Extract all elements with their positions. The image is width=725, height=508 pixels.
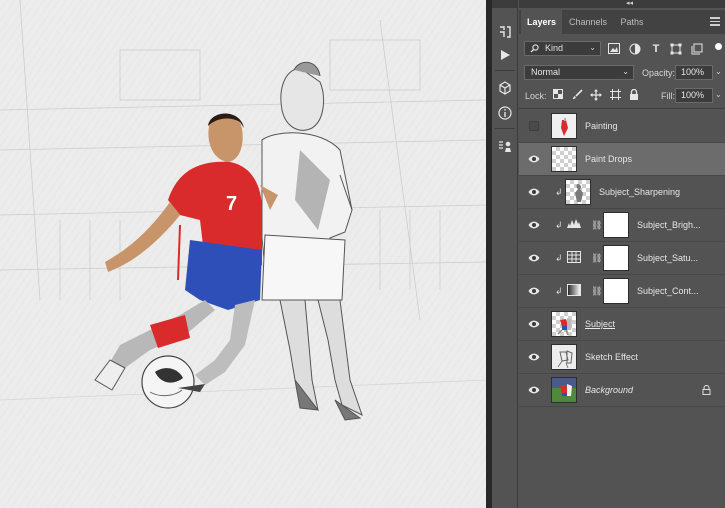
panel-tab-bar: Layers Channels Paths (519, 10, 725, 34)
layer-name: Subject_Sharpening (599, 187, 681, 197)
layer-name: Subject_Cont... (637, 286, 699, 296)
layer-name: Subject (585, 319, 616, 329)
play-action-icon[interactable] (495, 45, 515, 65)
tool-separator (495, 70, 515, 71)
lock-artboard-icon[interactable] (609, 89, 621, 101)
layer-name: Sketch Effect (585, 352, 638, 362)
layer-thumbnail (551, 344, 577, 370)
layer-thumbnail (551, 377, 577, 403)
clone-source-icon[interactable] (495, 137, 515, 157)
layer-row-subject-contrast[interactable]: ↲ ⛓ Subject_Cont... (519, 275, 725, 308)
tools-topbar (492, 0, 517, 8)
lock-label: Lock: (525, 91, 547, 101)
chevron-down-icon: ⌄ (622, 67, 629, 76)
3d-cube-icon[interactable] (495, 78, 515, 98)
lock-position-icon[interactable] (590, 89, 602, 101)
document-canvas[interactable]: 7 (0, 0, 486, 508)
layer-filter-select[interactable]: Kind ⌄ (524, 41, 601, 56)
history-icon[interactable] (495, 22, 515, 42)
filter-kind-label: Kind (545, 43, 564, 53)
eye-icon[interactable] (528, 253, 540, 263)
clipping-arrow-icon: ↲ (555, 286, 563, 296)
canvas-artwork: 7 (0, 0, 486, 508)
layer-thumbnail (551, 113, 577, 139)
layer-row-subject[interactable]: Subject (519, 308, 725, 341)
eye-icon[interactable] (528, 385, 540, 395)
hue-sat-icon (567, 251, 581, 265)
panel-menu-icon[interactable] (710, 17, 720, 26)
search-icon (530, 44, 539, 55)
layer-row-painting[interactable]: Painting (519, 110, 725, 143)
filter-shape-icon[interactable] (670, 43, 682, 55)
filter-toggle[interactable] (715, 43, 722, 50)
layers-panel: ◂◂ Layers Channels Paths Kind ⌄ T Normal… (519, 0, 725, 508)
layer-mask-thumbnail[interactable] (603, 212, 629, 238)
eye-icon[interactable] (528, 352, 540, 362)
layer-row-sketch-effect[interactable]: Sketch Effect (519, 341, 725, 374)
layer-row-subject-saturation[interactable]: ↲ ⛓ Subject_Satu... (519, 242, 725, 275)
mask-link-icon[interactable]: ⛓ (591, 253, 602, 264)
eye-icon[interactable] (528, 154, 540, 164)
lock-transparent-icon[interactable] (552, 89, 564, 101)
opacity-label: Opacity: (642, 68, 676, 78)
layer-row-background[interactable]: Background (519, 374, 725, 407)
eye-icon[interactable] (528, 286, 540, 296)
chevron-down-icon: ⌄ (589, 43, 596, 52)
layer-thumbnail (551, 311, 577, 337)
layer-name: Subject_Brigh... (637, 220, 701, 230)
filter-type-icon[interactable]: T (650, 43, 662, 55)
mask-link-icon[interactable]: ⛓ (591, 286, 602, 297)
levels-icon (567, 218, 581, 232)
eye-icon[interactable] (528, 319, 540, 329)
blend-mode-select[interactable]: Normal ⌄ (524, 65, 634, 80)
fill-value: 100% (681, 90, 705, 100)
fill-dropdown-icon[interactable]: ⌄ (715, 90, 722, 99)
eye-icon[interactable] (528, 187, 540, 197)
layer-thumbnail (551, 146, 577, 172)
opacity-value: 100% (681, 67, 705, 77)
collapse-panel-icon[interactable]: ◂◂ (626, 0, 633, 7)
mask-link-icon[interactable]: ⛓ (591, 220, 602, 231)
clipping-arrow-icon: ↲ (555, 187, 563, 197)
panel-topbar: ◂◂ (519, 0, 725, 8)
opacity-dropdown-icon[interactable]: ⌄ (715, 67, 722, 76)
lock-all-icon[interactable] (628, 88, 640, 101)
panel-divider-line (519, 108, 725, 109)
clipping-arrow-icon: ↲ (555, 253, 563, 263)
lock-icon[interactable] (702, 385, 711, 395)
filter-adjustment-icon[interactable] (629, 43, 641, 55)
layer-thumbnail (565, 179, 591, 205)
filter-pixel-icon[interactable] (608, 43, 620, 55)
blend-mode-value: Normal (531, 67, 561, 77)
visibility-toggle-off[interactable] (529, 121, 539, 131)
soccer-ball (141, 355, 195, 409)
eye-icon[interactable] (528, 220, 540, 230)
layer-name: Painting (585, 121, 618, 131)
layer-name: Background (585, 385, 634, 395)
layer-name: Subject_Satu... (637, 253, 699, 263)
gradient-map-icon (567, 284, 581, 298)
fill-label: Fill: (661, 91, 675, 101)
filter-smart-object-icon[interactable] (691, 43, 703, 55)
opacity-input[interactable]: 100% (675, 65, 713, 80)
layer-row-subject-brightness[interactable]: ↲ ⛓ Subject_Brigh... (519, 209, 725, 242)
lock-brush-icon[interactable] (571, 89, 583, 101)
tab-layers[interactable]: Layers (521, 10, 562, 34)
layer-mask-thumbnail[interactable] (603, 278, 629, 304)
layer-name: Paint Drops (585, 154, 633, 164)
tab-channels[interactable]: Channels (564, 10, 612, 34)
clipping-arrow-icon: ↲ (555, 220, 563, 230)
info-icon[interactable] (495, 103, 515, 123)
tab-paths[interactable]: Paths (615, 10, 649, 34)
tool-separator (495, 128, 515, 129)
layer-row-paint-drops[interactable]: Paint Drops (519, 143, 725, 176)
layer-mask-thumbnail[interactable] (603, 245, 629, 271)
collapsed-panels-column (492, 0, 518, 508)
fill-input[interactable]: 100% (675, 88, 713, 103)
layer-row-subject-sharpening[interactable]: ↲ Subject_Sharpening (519, 176, 725, 209)
svg-text:7: 7 (226, 193, 237, 215)
